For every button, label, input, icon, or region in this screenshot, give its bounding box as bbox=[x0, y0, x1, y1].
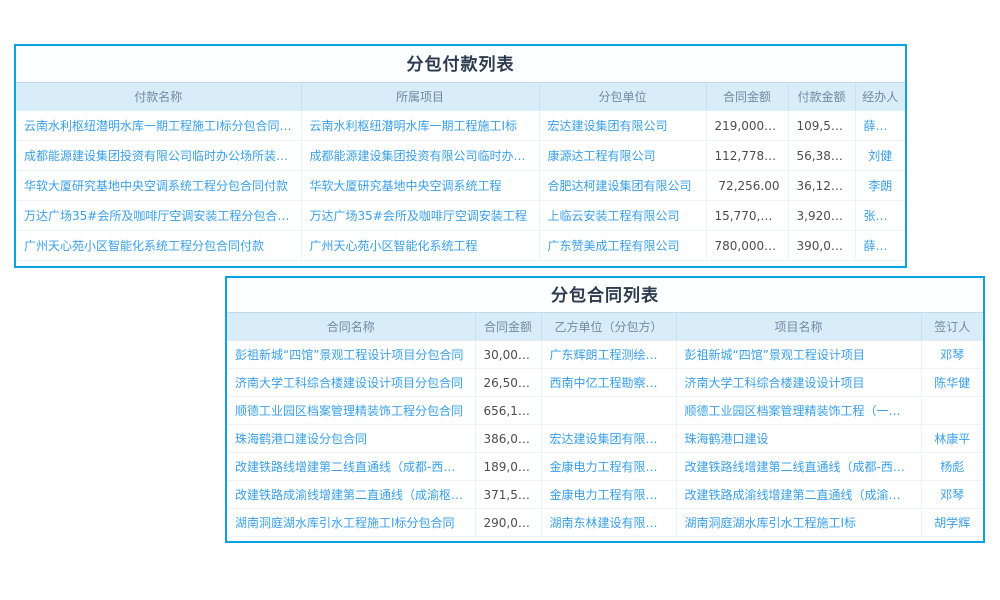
column-header-5: 经办人 bbox=[855, 83, 905, 111]
project-name-cell[interactable]: 顺德工业园区档案管理精装饰工程（一标段） bbox=[676, 397, 921, 425]
signer-cell[interactable]: 杨彪 bbox=[921, 453, 983, 481]
column-header-2: 乙方单位（分包方） bbox=[541, 313, 676, 341]
contract-amount-cell: 780,000.00 bbox=[706, 231, 788, 261]
payment-amount-cell: 109,500.00 bbox=[788, 111, 855, 141]
table-row: 改建铁路成渝线增建第二直通线（成渝枢纽）电力...371,500.00金康电力工… bbox=[227, 481, 983, 509]
table-row: 万达广场35#会所及咖啡厅空调安装工程分包合同付款万达广场35#会所及咖啡厅空调… bbox=[16, 201, 905, 231]
column-header-4: 签订人 bbox=[921, 313, 983, 341]
subcontract-contract-table: 合同名称合同金额乙方单位（分包方）项目名称签订人 彭祖新城“四馆”景观工程设计项… bbox=[227, 312, 983, 537]
column-header-3: 合同金额 bbox=[706, 83, 788, 111]
project-name-cell[interactable]: 改建铁路线增建第二线直通线（成都-西安）电力线... bbox=[676, 453, 921, 481]
table-row: 顺德工业园区档案管理精装饰工程分包合同656,123.00 顺德工业园区档案管理精… bbox=[227, 397, 983, 425]
handler-cell[interactable]: 刘健 bbox=[855, 141, 905, 171]
contract-amount-cell: 371,500.00 bbox=[475, 481, 541, 509]
contract-name-cell[interactable]: 改建铁路线增建第二线直通线（成都-西安）电力线... bbox=[227, 453, 475, 481]
signer-cell[interactable]: 林康平 bbox=[921, 425, 983, 453]
contract-name-cell[interactable]: 改建铁路成渝线增建第二直通线（成渝枢纽）电力... bbox=[227, 481, 475, 509]
payment-name-cell[interactable]: 云南水利枢纽潜明水库一期工程施工I标分包合同付款 bbox=[16, 111, 301, 141]
column-header-0: 付款名称 bbox=[16, 83, 301, 111]
column-header-1: 所属项目 bbox=[301, 83, 539, 111]
column-header-4: 付款金额 bbox=[788, 83, 855, 111]
handler-cell[interactable]: 薛保丰 bbox=[855, 231, 905, 261]
payment-table-title: 分包付款列表 bbox=[16, 46, 905, 82]
project-name-cell[interactable]: 彭祖新城“四馆”景观工程设计项目 bbox=[676, 341, 921, 369]
contract-amount-cell: 290,000.00 bbox=[475, 509, 541, 537]
contract-amount-cell: 656,123.00 bbox=[475, 397, 541, 425]
contract-amount-cell: 219,000.00 bbox=[706, 111, 788, 141]
contract-name-cell[interactable]: 珠海鹤港口建设分包合同 bbox=[227, 425, 475, 453]
payment-table-header: 付款名称所属项目分包单位合同金额付款金额经办人 bbox=[16, 83, 905, 111]
table-row: 湖南洞庭湖水库引水工程施工I标分包合同290,000.00湖南东林建设有限公司湖… bbox=[227, 509, 983, 537]
party-b-cell[interactable]: 宏达建设集团有限公司 bbox=[541, 425, 676, 453]
handler-cell[interactable]: 薛保丰 bbox=[855, 111, 905, 141]
project-name-cell[interactable]: 华软大厦研究基地中央空调系统工程 bbox=[301, 171, 539, 201]
payment-amount-cell: 36,128.00 bbox=[788, 171, 855, 201]
project-name-cell[interactable]: 成都能源建设集团投资有限公司临时办公场所... bbox=[301, 141, 539, 171]
contract-name-cell[interactable]: 湖南洞庭湖水库引水工程施工I标分包合同 bbox=[227, 509, 475, 537]
table-row: 改建铁路线增建第二线直通线（成都-西安）电力线...189,000.00金康电力… bbox=[227, 453, 983, 481]
payment-amount-cell: 3,920,96... bbox=[788, 201, 855, 231]
table-row: 彭祖新城“四馆”景观工程设计项目分包合同30,000.00广东辉朗工程测绘公司彭… bbox=[227, 341, 983, 369]
column-header-2: 分包单位 bbox=[539, 83, 706, 111]
project-name-cell[interactable]: 改建铁路成渝线增建第二直通线（成渝枢纽）电力... bbox=[676, 481, 921, 509]
table-row: 华软大厦研究基地中央空调系统工程分包合同付款华软大厦研究基地中央空调系统工程合肥… bbox=[16, 171, 905, 201]
party-b-cell[interactable]: 西南中亿工程勘察公司 bbox=[541, 369, 676, 397]
contract-name-cell[interactable]: 顺德工业园区档案管理精装饰工程分包合同 bbox=[227, 397, 475, 425]
handler-cell[interactable]: 张小东 bbox=[855, 201, 905, 231]
subcontractor-cell[interactable]: 上临云安装工程有限公司 bbox=[539, 201, 706, 231]
signer-cell bbox=[921, 397, 983, 425]
table-row: 成都能源建设集团投资有限公司临时办公场所装修改造...成都能源建设集团投资有限公… bbox=[16, 141, 905, 171]
signer-cell[interactable]: 邓琴 bbox=[921, 481, 983, 509]
party-b-cell[interactable]: 湖南东林建设有限公司 bbox=[541, 509, 676, 537]
signer-cell[interactable]: 邓琴 bbox=[921, 341, 983, 369]
party-b-cell[interactable]: 金康电力工程有限公司 bbox=[541, 453, 676, 481]
party-b-cell bbox=[541, 397, 676, 425]
table-row: 云南水利枢纽潜明水库一期工程施工I标分包合同付款云南水利枢纽潜明水库一期工程施工… bbox=[16, 111, 905, 141]
contract-amount-cell: 26,500.00 bbox=[475, 369, 541, 397]
column-header-1: 合同金额 bbox=[475, 313, 541, 341]
contract-table-header: 合同名称合同金额乙方单位（分包方）项目名称签订人 bbox=[227, 313, 983, 341]
project-name-cell[interactable]: 广州天心苑小区智能化系统工程 bbox=[301, 231, 539, 261]
subcontractor-cell[interactable]: 宏达建设集团有限公司 bbox=[539, 111, 706, 141]
subcontract-payment-panel: 分包付款列表 付款名称所属项目分包单位合同金额付款金额经办人 云南水利枢纽潜明水… bbox=[14, 44, 907, 268]
table-row: 广州天心苑小区智能化系统工程分包合同付款广州天心苑小区智能化系统工程广东赞美成工… bbox=[16, 231, 905, 261]
contract-amount-cell: 15,770,00... bbox=[706, 201, 788, 231]
contract-amount-cell: 72,256.00 bbox=[706, 171, 788, 201]
contract-amount-cell: 189,000.00 bbox=[475, 453, 541, 481]
signer-cell[interactable]: 胡学辉 bbox=[921, 509, 983, 537]
project-name-cell[interactable]: 济南大学工科综合楼建设设计项目 bbox=[676, 369, 921, 397]
column-header-3: 项目名称 bbox=[676, 313, 921, 341]
signer-cell[interactable]: 陈华健 bbox=[921, 369, 983, 397]
handler-cell[interactable]: 李朗 bbox=[855, 171, 905, 201]
project-name-cell[interactable]: 云南水利枢纽潜明水库一期工程施工I标 bbox=[301, 111, 539, 141]
project-name-cell[interactable]: 万达广场35#会所及咖啡厅空调安装工程 bbox=[301, 201, 539, 231]
subcontract-contract-panel: 分包合同列表 合同名称合同金额乙方单位（分包方）项目名称签订人 彭祖新城“四馆”… bbox=[225, 276, 985, 543]
contract-amount-cell: 30,000.00 bbox=[475, 341, 541, 369]
contract-amount-cell: 386,000.00 bbox=[475, 425, 541, 453]
contract-amount-cell: 112,778.00 bbox=[706, 141, 788, 171]
table-row: 济南大学工科综合楼建设设计项目分包合同26,500.00西南中亿工程勘察公司济南… bbox=[227, 369, 983, 397]
party-b-cell[interactable]: 广东辉朗工程测绘公司 bbox=[541, 341, 676, 369]
project-name-cell[interactable]: 湖南洞庭湖水库引水工程施工I标 bbox=[676, 509, 921, 537]
contract-name-cell[interactable]: 彭祖新城“四馆”景观工程设计项目分包合同 bbox=[227, 341, 475, 369]
payment-name-cell[interactable]: 万达广场35#会所及咖啡厅空调安装工程分包合同付款 bbox=[16, 201, 301, 231]
subcontract-payment-table: 付款名称所属项目分包单位合同金额付款金额经办人 云南水利枢纽潜明水库一期工程施工… bbox=[16, 82, 905, 261]
subcontractor-cell[interactable]: 康源达工程有限公司 bbox=[539, 141, 706, 171]
payment-name-cell[interactable]: 华软大厦研究基地中央空调系统工程分包合同付款 bbox=[16, 171, 301, 201]
contract-table-title: 分包合同列表 bbox=[227, 278, 983, 312]
payment-name-cell[interactable]: 成都能源建设集团投资有限公司临时办公场所装修改造... bbox=[16, 141, 301, 171]
party-b-cell[interactable]: 金康电力工程有限公司 bbox=[541, 481, 676, 509]
column-header-0: 合同名称 bbox=[227, 313, 475, 341]
subcontractor-cell[interactable]: 广东赞美成工程有限公司 bbox=[539, 231, 706, 261]
payment-name-cell[interactable]: 广州天心苑小区智能化系统工程分包合同付款 bbox=[16, 231, 301, 261]
payment-amount-cell: 390,000.00 bbox=[788, 231, 855, 261]
table-row: 珠海鹤港口建设分包合同386,000.00宏达建设集团有限公司珠海鹤港口建设林康… bbox=[227, 425, 983, 453]
payment-amount-cell: 56,389.00 bbox=[788, 141, 855, 171]
subcontractor-cell[interactable]: 合肥达柯建设集团有限公司 bbox=[539, 171, 706, 201]
project-name-cell[interactable]: 珠海鹤港口建设 bbox=[676, 425, 921, 453]
contract-name-cell[interactable]: 济南大学工科综合楼建设设计项目分包合同 bbox=[227, 369, 475, 397]
